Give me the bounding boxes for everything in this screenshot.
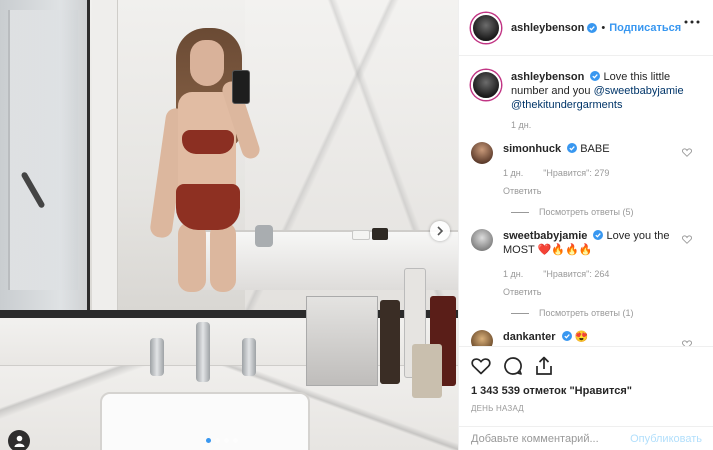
candle-jar — [352, 230, 370, 240]
reply-button[interactable]: Ответить — [503, 184, 673, 198]
mirror-reflection-shower — [0, 0, 90, 312]
sink-tap-right — [242, 338, 256, 376]
action-icons-row — [471, 355, 702, 377]
comments-list[interactable]: ashleybenson Love this little number and… — [459, 56, 713, 346]
mention-link[interactable]: @thekitundergarments — [511, 99, 622, 111]
verified-badge-icon — [561, 331, 572, 341]
commenter-avatar[interactable] — [471, 229, 493, 251]
sink-basin — [100, 392, 310, 450]
post-actions: 1 343 539 отметок "Нравится" ДЕНЬ НАЗАД — [459, 346, 713, 413]
comment-item: sweetbabyjamie Love you the MOST ❤️🔥🔥🔥 1… — [471, 229, 702, 299]
sink-tap-left — [150, 338, 164, 376]
replies-line — [511, 211, 529, 213]
post-side-panel: ashleybenson • Подписаться ashleybenson … — [458, 0, 713, 450]
comment-body: simonhuck BABE 1 дн. "Нравится": 279 Отв… — [503, 142, 673, 198]
bottle — [380, 300, 400, 384]
replies-line — [511, 312, 529, 314]
shower-glass — [8, 10, 78, 290]
share-icon[interactable] — [535, 356, 553, 376]
comment-body: sweetbabyjamie Love you the MOST ❤️🔥🔥🔥 1… — [503, 229, 673, 299]
publish-button[interactable]: Опубликовать — [630, 433, 702, 445]
carousel-indicator — [206, 438, 238, 443]
caption-age: 1 дн. — [511, 120, 532, 130]
comment-age: 1 дн. — [503, 168, 524, 178]
carousel-dot — [224, 438, 229, 443]
view-replies-button[interactable]: Посмотреть ответы (5) — [511, 207, 702, 217]
bikini-top — [182, 130, 234, 154]
comment-like-heart-icon[interactable] — [682, 235, 692, 244]
candle-jar-dark — [372, 228, 388, 240]
next-slide-button[interactable] — [430, 221, 450, 241]
heart-icon[interactable] — [471, 357, 491, 375]
commenter-username[interactable]: dankanter — [503, 331, 556, 343]
commenter-username[interactable]: simonhuck — [503, 143, 561, 155]
caption-text: ashleybenson Love this little number and… — [511, 70, 691, 112]
carousel-dot — [233, 438, 238, 443]
more-options-icon[interactable] — [684, 20, 700, 24]
add-comment-form: Опубликовать — [459, 426, 713, 450]
comment-body: dankanter 😍 — [503, 330, 673, 344]
comment-likes[interactable]: "Нравится": 264 — [543, 267, 609, 281]
woman-leg — [210, 222, 236, 292]
carousel-dot-active — [206, 438, 211, 443]
sink-faucet — [196, 322, 210, 382]
phone-in-hand — [232, 70, 250, 104]
bikini-bottom — [176, 184, 240, 230]
woman-face — [190, 40, 224, 86]
user-tag-button[interactable] — [8, 430, 30, 450]
woman-leg — [178, 222, 206, 292]
comment-like-heart-icon[interactable] — [682, 148, 692, 157]
bottle — [412, 344, 442, 398]
caption-author-avatar[interactable] — [471, 70, 501, 100]
verified-badge-icon — [593, 230, 604, 240]
door-frame — [92, 0, 118, 312]
post-timestamp: ДЕНЬ НАЗАД — [471, 404, 524, 413]
separator-dot: • — [601, 21, 606, 34]
post-header: ashleybenson • Подписаться — [459, 0, 713, 56]
comment-age: 1 дн. — [503, 269, 524, 279]
commenter-avatar[interactable] — [471, 142, 493, 164]
tissue-box — [306, 296, 378, 386]
comment-input[interactable] — [471, 432, 631, 445]
commenter-username[interactable]: sweetbabyjamie — [503, 230, 587, 242]
comment-bubble-icon[interactable] — [503, 356, 523, 376]
comment-text: BABE — [580, 143, 610, 155]
view-replies-label: Посмотреть ответы (1) — [539, 308, 634, 318]
comment-meta: 1 дн. "Нравится": 264 — [503, 267, 673, 281]
verified-badge-icon — [567, 143, 578, 153]
caption-author-username[interactable]: ashleybenson — [511, 71, 584, 83]
verified-badge-icon — [590, 71, 601, 81]
commenter-avatar[interactable] — [471, 330, 493, 346]
mention-link[interactable]: @sweetbabyjamie — [594, 85, 684, 97]
likes-count[interactable]: 1 343 539 отметок "Нравится" — [471, 385, 702, 397]
view-replies-label: Посмотреть ответы (5) — [539, 207, 634, 217]
comment-text: 😍 — [574, 331, 589, 343]
tub-faucet — [255, 225, 273, 247]
verified-badge-icon — [587, 22, 598, 33]
post-photo[interactable] — [0, 0, 458, 450]
author-avatar[interactable] — [471, 12, 501, 43]
chevron-right-icon — [437, 226, 444, 236]
comment-meta: 1 дн. "Нравится": 279 — [503, 166, 673, 180]
comment-item: dankanter 😍 — [471, 330, 702, 346]
user-tag-icon — [14, 435, 24, 447]
follow-button[interactable]: Подписаться — [609, 22, 681, 34]
carousel-dot — [215, 438, 220, 443]
reply-button[interactable]: Ответить — [503, 285, 673, 299]
comment-likes[interactable]: "Нравится": 279 — [543, 166, 609, 180]
author-username[interactable]: ashleybenson — [511, 22, 584, 34]
view-replies-button[interactable]: Посмотреть ответы (1) — [511, 308, 702, 318]
comment-item: simonhuck BABE 1 дн. "Нравится": 279 Отв… — [471, 142, 702, 198]
caption: ashleybenson Love this little number and… — [471, 70, 702, 112]
